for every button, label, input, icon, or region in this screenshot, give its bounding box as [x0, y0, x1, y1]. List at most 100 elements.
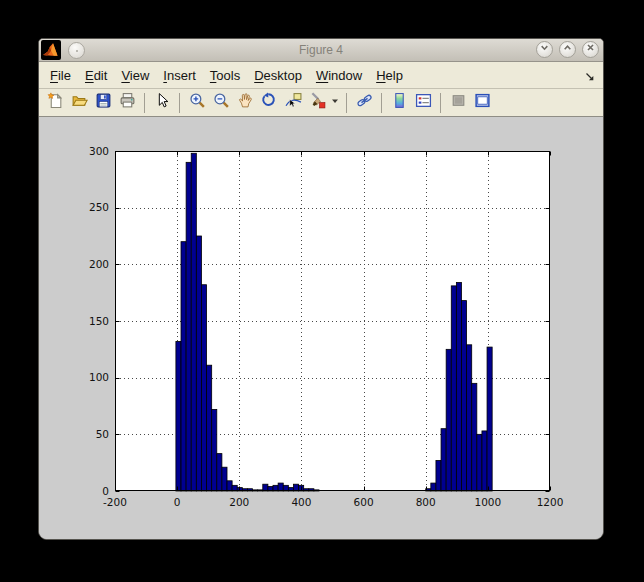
- close-button[interactable]: [582, 41, 599, 58]
- toolbar-insert-legend-button[interactable]: [411, 92, 435, 114]
- x-tick-label: 1000: [474, 496, 501, 508]
- toolbar-brush-button[interactable]: [305, 92, 329, 114]
- brush-icon: [309, 92, 326, 113]
- histogram-bar: [263, 484, 268, 491]
- caret-down-icon: [331, 92, 339, 113]
- toolbar-arrow-cursor-button[interactable]: [150, 92, 174, 114]
- histogram-bar: [207, 365, 212, 491]
- menu-item-tools[interactable]: Tools: [210, 68, 240, 83]
- histogram-bar: [461, 301, 466, 491]
- figure-window: Figure 4 File Edit View Insert Tools Desktop W…: [38, 38, 604, 540]
- toolbar-link-plots-button[interactable]: [352, 92, 376, 114]
- toolbar-new-figure-button[interactable]: [43, 92, 67, 114]
- histogram-svg: -200020040060080010001200050100150200250…: [39, 117, 603, 539]
- menu-item-desktop[interactable]: Desktop: [254, 68, 302, 83]
- histogram-bar: [451, 286, 456, 491]
- y-tick-label: 150: [89, 315, 109, 327]
- histogram-plot: -200020040060080010001200050100150200250…: [39, 117, 603, 540]
- toolbar-dock-figure-button[interactable]: [470, 92, 494, 114]
- y-tick-label: 50: [96, 428, 109, 440]
- arrow-cursor-icon: [154, 92, 171, 113]
- figure-canvas: -200020040060080010001200050100150200250…: [39, 117, 603, 539]
- dock-figure-icon: [474, 92, 491, 113]
- close-icon: [583, 40, 598, 59]
- x-tick-label: 800: [416, 496, 436, 508]
- histogram-bar: [456, 282, 461, 491]
- histogram-bar: [293, 484, 298, 491]
- insert-colorbar-icon: [391, 92, 408, 113]
- chevron-down-icon: [537, 40, 552, 59]
- histogram-bar: [201, 285, 206, 491]
- histogram-bar: [196, 236, 201, 491]
- toolbar-save-figure-button[interactable]: [91, 92, 115, 114]
- rotate-3d-icon: [261, 92, 278, 113]
- hide-plot-tools-icon: [450, 92, 467, 113]
- save-figure-icon: [95, 92, 112, 113]
- maximize-button[interactable]: [559, 41, 576, 58]
- histogram-bar: [436, 460, 441, 491]
- x-tick-label: -200: [103, 496, 127, 508]
- x-tick-label: 200: [229, 496, 249, 508]
- undock-arrow-icon[interactable]: [584, 69, 596, 87]
- x-tick-label: 400: [291, 496, 311, 508]
- histogram-bar: [217, 454, 222, 491]
- x-tick-label: 1200: [537, 496, 564, 508]
- histogram-bar: [487, 347, 492, 491]
- menu-item-window[interactable]: Window: [316, 68, 362, 83]
- menu-item-insert[interactable]: Insert: [163, 68, 196, 83]
- toolbar-zoom-out-button[interactable]: [209, 92, 233, 114]
- toolbar: [39, 89, 603, 117]
- menu-item-view[interactable]: View: [121, 68, 149, 83]
- histogram-bar: [176, 341, 181, 491]
- window-title: Figure 4: [39, 43, 603, 57]
- toolbar-print-figure-button[interactable]: [115, 92, 139, 114]
- toolbar-separator: [346, 93, 347, 113]
- histogram-bar: [482, 431, 487, 491]
- menu-item-help[interactable]: Help: [376, 68, 403, 83]
- histogram-bar: [472, 383, 477, 491]
- insert-legend-icon: [415, 92, 432, 113]
- y-tick-label: 250: [89, 201, 109, 213]
- histogram-bar: [477, 434, 482, 491]
- toolbar-insert-colorbar-button[interactable]: [387, 92, 411, 114]
- toolbar-rotate-3d-button[interactable]: [257, 92, 281, 114]
- histogram-bar: [191, 153, 196, 491]
- histogram-bar: [222, 467, 227, 491]
- minimize-button[interactable]: [536, 41, 553, 58]
- x-tick-label: 600: [354, 496, 374, 508]
- menu-item-edit[interactable]: Edit: [85, 68, 107, 83]
- toolbar-caret-down-button[interactable]: [329, 92, 341, 114]
- chevron-up-icon: [560, 40, 575, 59]
- toolbar-zoom-in-button[interactable]: [185, 92, 209, 114]
- data-cursor-icon: [285, 92, 302, 113]
- menu-item-file[interactable]: File: [50, 68, 71, 83]
- y-tick-label: 100: [89, 371, 109, 383]
- histogram-bar: [278, 483, 283, 491]
- pan-hand-icon: [237, 92, 254, 113]
- title-bar[interactable]: Figure 4: [39, 39, 603, 62]
- y-tick-label: 0: [102, 485, 109, 497]
- toolbar-data-cursor-button[interactable]: [281, 92, 305, 114]
- print-figure-icon: [119, 92, 136, 113]
- y-tick-label: 300: [89, 145, 109, 157]
- histogram-bar: [212, 409, 217, 491]
- open-file-icon: [71, 92, 88, 113]
- link-plots-icon: [356, 92, 373, 113]
- new-figure-icon: [47, 92, 64, 113]
- window-controls: [536, 41, 599, 58]
- histogram-bar: [446, 349, 451, 491]
- toolbar-separator: [440, 93, 441, 113]
- menu-bar: File Edit View Insert Tools Desktop Window Help: [39, 62, 603, 89]
- toolbar-hide-plot-tools-button: [446, 92, 470, 114]
- y-tick-label: 200: [89, 258, 109, 270]
- histogram-bar: [186, 162, 191, 491]
- histogram-bar: [227, 481, 232, 491]
- histogram-bar: [467, 345, 472, 491]
- histogram-bar: [441, 429, 446, 491]
- x-tick-label: 0: [174, 496, 181, 508]
- histogram-bar: [181, 242, 186, 491]
- toolbar-open-file-button[interactable]: [67, 92, 91, 114]
- toolbar-pan-hand-button[interactable]: [233, 92, 257, 114]
- zoom-in-icon: [189, 92, 206, 113]
- histogram-bar: [431, 483, 436, 491]
